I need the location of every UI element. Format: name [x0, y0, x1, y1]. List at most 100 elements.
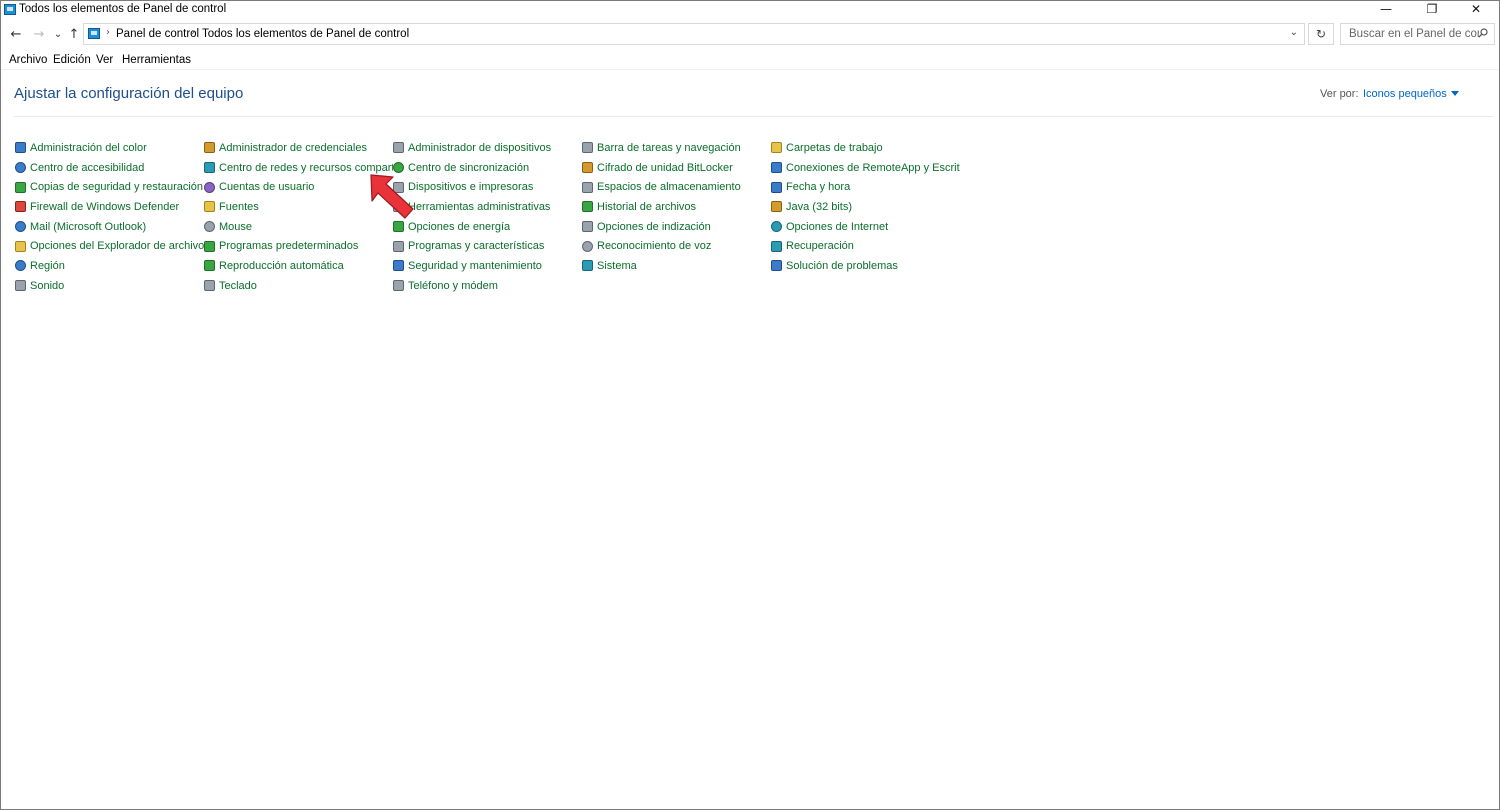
control-panel-item-label: Reconocimiento de voz [597, 240, 712, 253]
control-panel-item-label: Programas y características [408, 240, 545, 253]
storage-spaces-icon [582, 181, 593, 193]
control-panel-item-label: Fuentes [219, 200, 259, 213]
control-panel-item-label: Espacios de almacenamiento [597, 181, 741, 194]
taskbar-icon [582, 142, 593, 154]
menu-ver[interactable]: Ver [96, 54, 113, 66]
menu-archivo[interactable]: Archivo [9, 54, 47, 66]
address-dropdown-icon[interactable]: ⌄ [1290, 27, 1298, 38]
search-input[interactable] [1341, 24, 1479, 44]
control-panel-item-label: Administrador de dispositivos [408, 141, 552, 154]
control-panel-item[interactable]: Barra de tareas y navegación [582, 138, 771, 158]
title-bar[interactable]: Todos los elementos de Panel de control … [1, 1, 1499, 19]
control-panel-item[interactable]: Java (32 bits) [771, 197, 960, 217]
control-panel-item[interactable]: Centro de redes y recursos comparti... [204, 158, 393, 178]
control-panel-item-label: Solución de problemas [786, 259, 898, 272]
breadcrumb-all-items[interactable]: Todos los elementos de Panel de control [202, 28, 409, 40]
control-panel-item[interactable]: Sonido [15, 276, 204, 296]
control-panel-item[interactable]: Opciones de indización [582, 217, 771, 237]
back-button[interactable]: ← [7, 26, 25, 44]
system-icon [582, 260, 593, 272]
control-panel-item[interactable]: Mail (Microsoft Outlook) [15, 217, 204, 237]
control-panel-item-label: Sonido [30, 279, 65, 292]
forward-button[interactable]: → [30, 26, 48, 44]
file-history-icon [582, 201, 593, 213]
control-panel-icon [4, 4, 16, 15]
control-panel-item-label: Centro de accesibilidad [30, 161, 145, 174]
control-panel-item[interactable]: Mouse [204, 217, 393, 237]
control-panel-item-label: Opciones de Internet [786, 220, 889, 233]
user-accounts-icon [204, 181, 215, 193]
control-panel-item[interactable]: Conexiones de RemoteApp y Escrito... [771, 158, 960, 178]
credential-manager-icon [204, 142, 215, 154]
control-panel-item[interactable]: Reconocimiento de voz [582, 236, 771, 256]
control-panel-item[interactable]: Opciones de Internet [771, 217, 960, 237]
control-panel-item[interactable]: Sistema [582, 256, 771, 276]
backup-icon [15, 181, 26, 193]
control-panel-item[interactable]: Solución de problemas [771, 256, 960, 276]
minimize-button[interactable]: — [1363, 1, 1409, 19]
address-bar[interactable]: › Panel de control › Todos los elementos… [83, 23, 1305, 45]
control-panel-item[interactable]: Región [15, 256, 204, 276]
close-button[interactable]: ✕ [1453, 1, 1499, 19]
control-panel-item-label: Administrador de credenciales [219, 141, 367, 154]
menu-herramientas[interactable]: Herramientas [122, 54, 191, 66]
up-button[interactable]: ↑ [65, 26, 83, 44]
control-panel-item[interactable]: Historial de archivos [582, 197, 771, 217]
control-panel-item[interactable]: Espacios de almacenamiento [582, 177, 771, 197]
search-box[interactable] [1340, 23, 1495, 45]
search-icon[interactable] [1478, 28, 1488, 38]
view-by-label: Ver por: [1320, 88, 1359, 100]
control-panel-item[interactable]: Fuentes [204, 197, 393, 217]
control-panel-item[interactable]: Opciones del Explorador de archivos [15, 236, 204, 256]
remoteapp-icon [771, 162, 782, 174]
control-panel-item-label: Java (32 bits) [786, 200, 853, 213]
explorer-options-icon [15, 240, 26, 252]
control-panel-item[interactable]: Fecha y hora [771, 177, 960, 197]
control-panel-window: Todos los elementos de Panel de control … [0, 0, 1500, 810]
control-panel-item[interactable]: Recuperación [771, 236, 960, 256]
control-panel-item[interactable]: Cuentas de usuario [204, 177, 393, 197]
control-panel-item-label: Cuentas de usuario [219, 181, 315, 194]
control-panel-item[interactable]: Programas predeterminados [204, 236, 393, 256]
breadcrumb-control-panel[interactable]: Panel de control [116, 28, 199, 40]
programs-features-icon [393, 240, 404, 252]
menu-edicion[interactable]: Edición [53, 54, 91, 66]
keyboard-icon [204, 280, 215, 292]
control-panel-item[interactable]: Centro de accesibilidad [15, 158, 204, 178]
control-panel-item[interactable]: Cifrado de unidad BitLocker [582, 158, 771, 178]
control-panel-item-label: Sistema [597, 259, 637, 272]
menu-bar: Archivo Edición Ver Herramientas [1, 51, 1499, 70]
work-folders-icon [771, 142, 782, 154]
view-by-dropdown[interactable]: Iconos pequeños [1363, 88, 1459, 100]
mouse-icon [204, 221, 215, 233]
control-panel-item[interactable]: Administrador de dispositivos [393, 138, 582, 158]
accessibility-icon [15, 162, 26, 174]
breadcrumb-separator: › [191, 27, 195, 38]
control-panel-item[interactable]: Administración del color [15, 138, 204, 158]
control-panel-item[interactable]: Programas y características [393, 236, 582, 256]
phone-modem-icon [393, 280, 404, 292]
control-panel-item-label: Historial de archivos [597, 200, 697, 213]
control-panel-item[interactable]: Reproducción automática [204, 256, 393, 276]
control-panel-item[interactable]: Teclado [204, 276, 393, 296]
control-panel-item[interactable]: Teléfono y módem [393, 276, 582, 296]
autoplay-icon [204, 260, 215, 272]
control-panel-item-label: Recuperación [786, 240, 854, 253]
control-panel-item-label: Fecha y hora [786, 181, 851, 194]
page-title: Ajustar la configuración del equipo [14, 85, 244, 102]
restore-button[interactable]: ❐ [1409, 1, 1455, 19]
divider [14, 116, 1494, 117]
control-panel-item[interactable]: Administrador de credenciales [204, 138, 393, 158]
refresh-button[interactable]: ↻ [1308, 23, 1334, 45]
control-panel-item-label: Teléfono y módem [408, 279, 498, 292]
control-panel-item[interactable]: Copias de seguridad y restauración (... [15, 177, 204, 197]
control-panel-item[interactable]: Seguridad y mantenimiento [393, 256, 582, 276]
region-icon [15, 260, 26, 272]
control-panel-item-label: Herramientas administrativas [408, 200, 551, 213]
window-title: Todos los elementos de Panel de control [19, 3, 227, 15]
control-panel-item[interactable]: Carpetas de trabajo [771, 138, 960, 158]
bitlocker-icon [582, 162, 593, 174]
control-panel-item[interactable]: Firewall de Windows Defender [15, 197, 204, 217]
control-panel-item-label: Programas predeterminados [219, 240, 359, 253]
control-panel-item-label: Región [30, 259, 65, 272]
